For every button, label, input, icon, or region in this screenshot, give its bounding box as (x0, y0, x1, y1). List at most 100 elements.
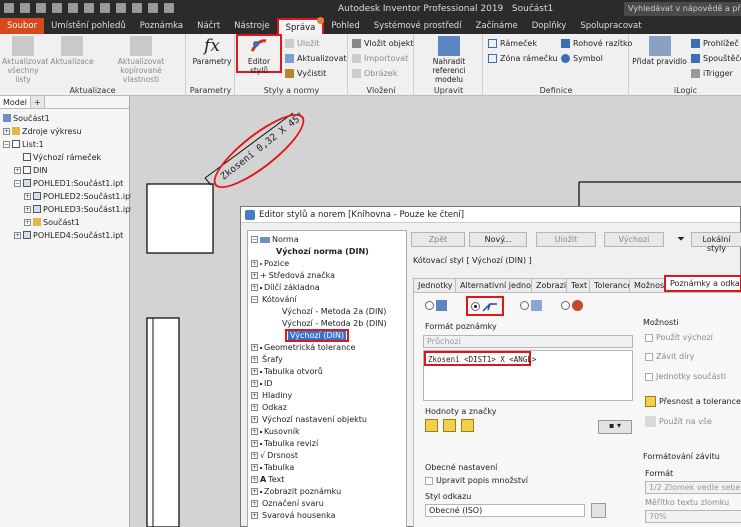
save-style-button[interactable]: Uložit (536, 232, 596, 247)
fraction-format-select[interactable]: 1/2 Zlomek vedle sebe (645, 481, 741, 494)
style-node-center-mark[interactable]: + + Středová značka (251, 270, 335, 281)
tab-sprava[interactable]: Správa (276, 17, 325, 34)
save-icon[interactable] (52, 3, 62, 13)
insert-distance-icon[interactable] (425, 419, 438, 432)
title-block-button[interactable]: Rohové razítko (561, 37, 632, 49)
style-node-weld-symbol[interactable]: + Označení svaru (251, 498, 324, 509)
add-rule-button[interactable]: Přidat pravidlo (632, 36, 687, 66)
expand-icon[interactable]: + (251, 416, 258, 423)
tree-item-part[interactable]: + Součást1 (24, 216, 80, 228)
push-all-button[interactable]: Použít na vše (645, 416, 712, 427)
app-menu-icon[interactable] (4, 3, 14, 13)
note-format-text[interactable]: Zkosení <DIST1> X <ANGL> (424, 351, 536, 366)
style-node-datum[interactable]: + Dílčí základna (251, 282, 320, 293)
expand-icon[interactable]: + (251, 452, 258, 459)
radio-bend[interactable] (561, 301, 570, 310)
radio-punch[interactable] (520, 301, 529, 310)
save-styles-button[interactable]: Uložit (285, 37, 320, 49)
tab-soubor[interactable]: Soubor (0, 18, 45, 34)
note-type-hole[interactable] (425, 300, 447, 311)
print-icon[interactable] (116, 3, 126, 13)
note-type-chamfer[interactable] (466, 296, 504, 316)
tab-pohled[interactable]: Pohled (324, 18, 366, 34)
style-node-view-annotation[interactable]: + Zobrazit poznámku (251, 486, 341, 497)
part-units-checkbox[interactable] (645, 372, 653, 381)
tree-item-view1[interactable]: − POHLED1:Součást1.ipt (14, 177, 123, 189)
tab-umisteni-pohledu[interactable]: Umístění pohledů (44, 18, 133, 34)
insert-distance2-icon[interactable] (461, 419, 474, 432)
style-editor-button[interactable]: Editor stylů (236, 34, 282, 75)
expand-icon[interactable]: + (251, 500, 258, 507)
tree-item-default-border[interactable]: Výchozí rámeček (23, 151, 101, 163)
update-icon[interactable] (132, 3, 142, 13)
use-default-option[interactable]: Použít výchozí (645, 333, 713, 342)
tab-poznamka[interactable]: Poznámka (133, 18, 190, 34)
update-styles-button[interactable]: Aktualizovat (285, 52, 347, 64)
expand-icon[interactable]: + (251, 428, 258, 435)
style-filter-dropdown[interactable]: Lokální styly (691, 232, 741, 253)
style-node-layers[interactable]: + Hladiny (251, 390, 292, 401)
style-node-method-2b[interactable]: Výchozí - Metoda 2b (DIN) (282, 318, 387, 329)
expand-icon[interactable]: + (251, 272, 258, 279)
collapse-icon[interactable]: − (3, 140, 10, 148)
triggers-button[interactable]: Spouštěče (691, 52, 741, 64)
tree-item-drawing-resources[interactable]: + Zdroje výkresu (3, 125, 82, 137)
expand-icon[interactable]: + (251, 512, 258, 519)
expand-icon[interactable]: + (24, 218, 31, 226)
thread-hole-checkbox[interactable] (645, 352, 653, 361)
update-button[interactable]: Aktualizace (50, 36, 94, 66)
radio-hole[interactable] (425, 301, 434, 310)
note-type-select[interactable]: Průchozí (423, 335, 633, 348)
expand-icon[interactable]: + (251, 464, 258, 471)
style-node-text[interactable]: + A Text (251, 474, 284, 485)
style-node-hatch[interactable]: + Šrafy (251, 354, 283, 365)
zone-border-button[interactable]: Zóna rámečku (488, 52, 558, 64)
tab-zaciname[interactable]: Začínáme (469, 18, 525, 34)
expand-icon[interactable]: + (24, 205, 31, 213)
note-type-bend[interactable] (561, 300, 583, 311)
expand-icon[interactable]: + (251, 404, 258, 411)
measure-icon[interactable] (164, 3, 174, 13)
home-icon[interactable] (100, 3, 110, 13)
style-node-id[interactable]: + ID (251, 378, 273, 389)
new-icon[interactable] (20, 3, 30, 13)
thread-hole-option[interactable]: Závit díry (645, 352, 694, 361)
fraction-scale-input[interactable]: 70% (645, 510, 741, 523)
leader-style-select[interactable]: Obecné (ISO) (425, 504, 585, 517)
browser-tab-add[interactable]: + (31, 96, 45, 108)
tab-doplnky[interactable]: Doplňky (525, 18, 574, 34)
expand-icon[interactable]: + (251, 344, 258, 351)
tree-item-document[interactable]: Součást1 (3, 112, 50, 124)
expand-icon[interactable]: + (251, 440, 258, 447)
insert-object-button[interactable]: Vložit objekt (352, 37, 414, 49)
style-node-leader[interactable]: + Odkaz (251, 402, 287, 413)
expand-icon[interactable]: + (24, 192, 31, 200)
style-node-default-din[interactable]: Výchozí (DIN) (285, 329, 350, 342)
expand-icon[interactable]: + (251, 380, 258, 387)
expand-icon[interactable]: + (14, 231, 21, 239)
expand-icon[interactable]: + (251, 356, 258, 363)
update-copied-props-button[interactable]: Aktualizovat kopírované vlastnosti (97, 36, 185, 84)
insert-angle-icon[interactable] (443, 419, 456, 432)
symbol-dropdown[interactable]: ▪ ▾ (598, 420, 632, 434)
edit-leader-style-icon[interactable] (591, 503, 606, 518)
collapse-icon[interactable]: − (14, 179, 21, 187)
border-button[interactable]: Rámeček (488, 37, 537, 49)
tree-item-din[interactable]: + DIN (14, 164, 48, 176)
radio-chamfer[interactable] (471, 301, 480, 311)
style-node-pozice[interactable]: + Pozice (251, 258, 289, 269)
style-node-dimension[interactable]: − Kótování (251, 294, 297, 305)
expand-icon[interactable]: + (14, 166, 21, 174)
use-default-checkbox[interactable] (645, 333, 653, 342)
style-node-weld-bead[interactable]: + Svarová housenka (251, 510, 336, 521)
edit-quantity-checkbox[interactable] (425, 476, 433, 485)
tab-units[interactable]: Jednotky (413, 278, 458, 292)
style-node-surface-texture[interactable]: + √ Drsnost (251, 450, 298, 461)
expand-icon[interactable]: + (251, 368, 258, 375)
style-node-revision-table[interactable]: + Tabulka revizí (251, 438, 318, 449)
expand-icon[interactable]: + (251, 260, 258, 267)
style-node-method-2a[interactable]: Výchozí - Metoda 2a (DIN) (282, 306, 386, 317)
style-node-object-defaults[interactable]: + Výchozí nastavení objektu (251, 414, 367, 425)
new-style-button[interactable]: Nový... (469, 232, 527, 247)
style-node-hole-table[interactable]: + Tabulka otvorů (251, 366, 323, 377)
